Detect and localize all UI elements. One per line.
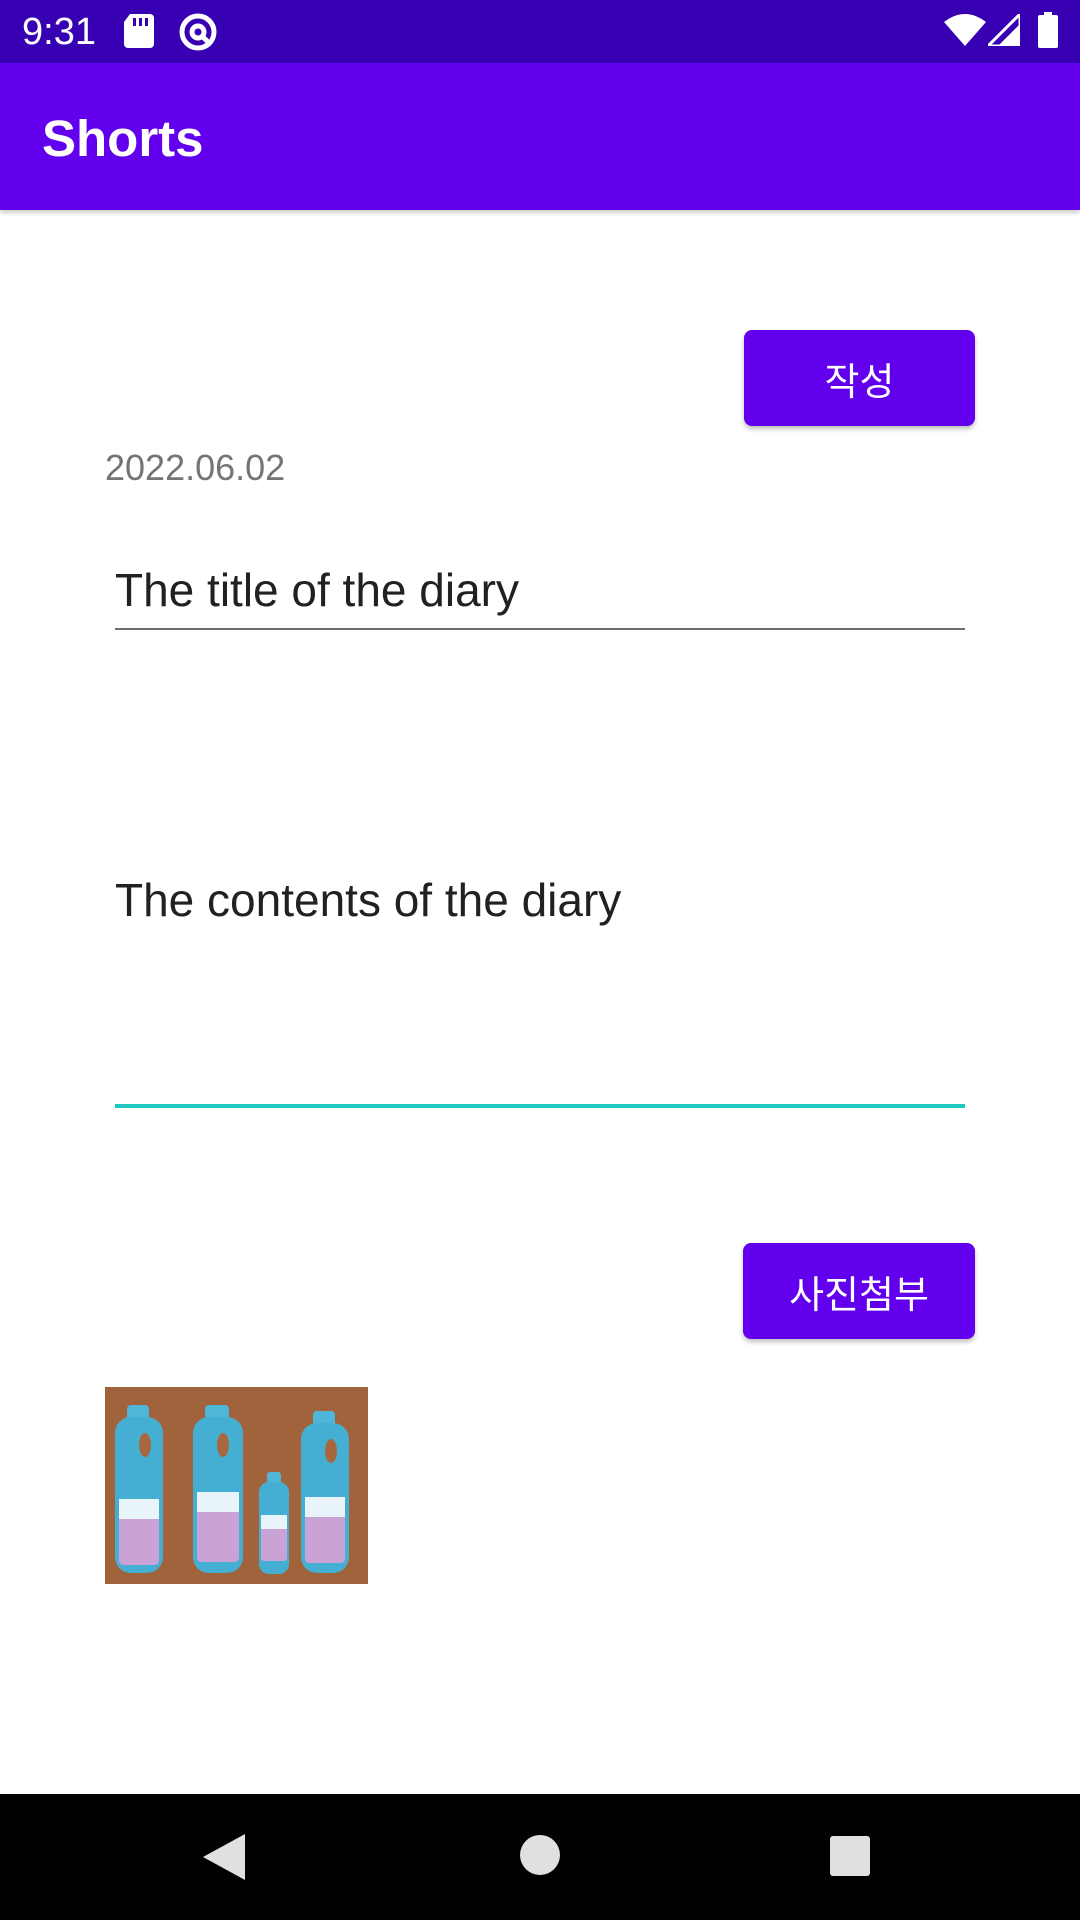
sd-card-icon: [124, 14, 154, 48]
battery-icon: [1038, 12, 1058, 48]
diary-date: 2022.06.02: [105, 447, 286, 488]
back-icon[interactable]: [203, 1834, 245, 1880]
diary-title-field[interactable]: The title of the diary: [115, 556, 965, 630]
app-title: Shorts: [42, 110, 204, 167]
status-time: 9:31: [22, 11, 96, 53]
attached-photo: [105, 1387, 368, 1584]
wifi-icon: [944, 14, 986, 46]
bottle-2: [193, 1405, 243, 1573]
status-bar: 9:31: [0, 0, 1080, 63]
diary-title-value: The title of the diary: [115, 564, 519, 616]
cell-signal-icon: [988, 14, 1020, 46]
diary-contents-field[interactable]: The contents of the diary: [115, 858, 965, 1108]
bottle-1: [115, 1405, 163, 1573]
attach-photo-button[interactable]: 사진첨부: [743, 1243, 975, 1339]
write-button[interactable]: 작성: [744, 330, 975, 426]
home-icon[interactable]: [520, 1835, 560, 1875]
app-bar: Shorts: [0, 63, 1080, 210]
at-sign-icon: [179, 13, 217, 51]
diary-contents-value: The contents of the diary: [115, 874, 622, 926]
bottle-3: [259, 1472, 289, 1574]
bottle-4: [301, 1411, 349, 1573]
recent-apps-icon[interactable]: [830, 1836, 870, 1876]
navigation-bar: [0, 1794, 1080, 1920]
